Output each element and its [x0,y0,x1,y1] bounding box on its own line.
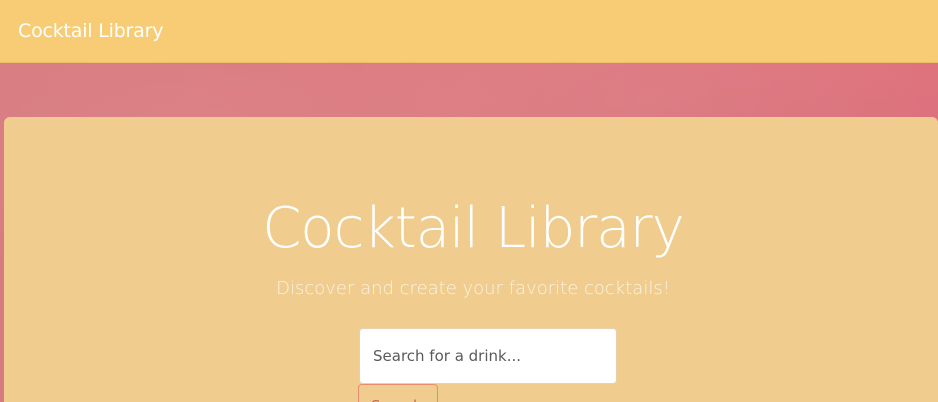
hero-subtitle: Discover and create your favorite cockta… [276,278,670,299]
navbar: Cocktail Library [0,0,938,63]
search-input[interactable] [359,328,617,384]
hero-title: Cocktail Library [262,196,685,261]
page: Cocktail Library Cocktail Library Discov… [0,0,938,402]
search-button[interactable]: Search [358,384,438,402]
navbar-brand-link[interactable]: Cocktail Library [18,20,163,42]
